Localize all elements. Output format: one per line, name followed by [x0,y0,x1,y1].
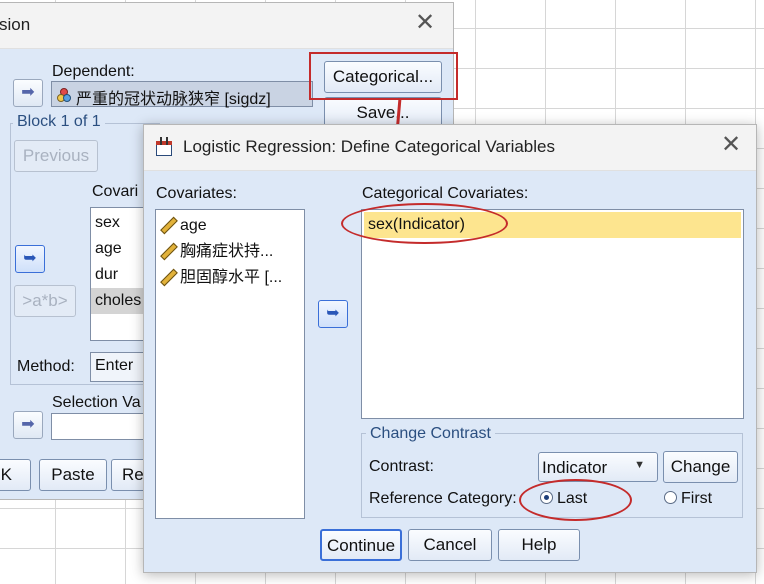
block-label: Block 1 of 1 [13,113,105,131]
reference-last-highlight [519,479,632,521]
radio-first-label: First [681,490,713,507]
covariates-label: Covari [92,183,139,200]
scale-ruler-icon [160,217,174,231]
covariate-item[interactable]: age [156,213,304,239]
define-dialog-title: Logistic Regression: Define Categorical … [183,137,555,156]
interaction-button[interactable]: >a*b> [14,285,76,317]
covariate-item-label: age [180,217,207,234]
move-dependent-button[interactable]: ➡ [13,79,43,107]
dependent-field[interactable]: 严重的冠状动脉狭窄 [sigdz] [51,81,313,108]
nominal-variable-icon [57,88,71,102]
contrast-value: Indicator [542,458,608,477]
scale-ruler-icon [160,243,174,257]
move-to-categorical-button[interactable]: ➥ [318,300,348,328]
covariate-item[interactable]: 胆固醇水平 [... [156,265,304,291]
move-covariate-button[interactable]: ➥ [15,245,45,273]
continue-button[interactable]: Continue [320,529,402,561]
help-button[interactable]: Help [498,529,580,561]
scale-ruler-icon [160,269,174,283]
radio-first-indicator[interactable] [664,491,677,504]
move-selection-button[interactable]: ➡ [13,411,43,439]
covariate-item[interactable]: dur [91,262,149,288]
covariate-item[interactable]: sex [91,210,149,236]
app-icon [155,137,175,158]
categorical-item-highlight [341,203,508,244]
covariate-item[interactable]: 胸痛症状持... [156,239,304,265]
define-categorical-dialog: Logistic Regression: Define Categorical … [143,124,757,573]
change-button[interactable]: Change [663,451,738,483]
contrast-dropdown[interactable]: Indicator ▼ [538,452,658,482]
cancel-button[interactable]: Cancel [408,529,492,561]
covariates-source-list[interactable]: age 胸痛症状持... 胆固醇水平 [... [155,209,305,519]
dependent-label: Dependent: [52,63,135,80]
covariate-item[interactable]: choles [91,288,149,314]
contrast-label: Contrast: [369,458,434,475]
covariate-item-label: 胆固醇水平 [... [180,269,283,286]
covariate-item[interactable]: age [91,236,149,262]
main-title-bar: sion ✕ [0,3,453,49]
define-title-bar: Logistic Regression: Define Categorical … [144,125,756,171]
dependent-value: 严重的冠状动脉狭窄 [sigdz] [76,91,271,108]
categorical-covariates-label: Categorical Covariates: [362,185,529,202]
main-dialog-title: sion [0,15,31,34]
covariates-list[interactable]: sex age dur choles [90,207,150,341]
define-close-icon[interactable]: ✕ [721,133,741,157]
radio-first[interactable]: First [664,490,712,508]
method-value: Enter [95,357,134,374]
categorical-highlight-box [309,52,458,100]
selection-variable-field[interactable] [51,413,151,440]
covariate-item-label: 胸痛症状持... [180,243,274,260]
reference-category-label: Reference Category: [369,490,517,507]
selection-variable-label: Selection Va [52,394,141,411]
method-dropdown[interactable]: Enter [90,352,150,382]
main-close-icon[interactable]: ✕ [415,11,435,35]
previous-button[interactable]: Previous [14,140,98,172]
paste-button[interactable]: Paste [39,459,107,491]
chevron-down-icon: ▼ [634,459,645,471]
ok-button[interactable]: K [0,459,31,491]
method-label: Method: [17,358,75,375]
covariates-label: Covariates: [156,185,237,202]
change-contrast-legend: Change Contrast [366,425,495,443]
